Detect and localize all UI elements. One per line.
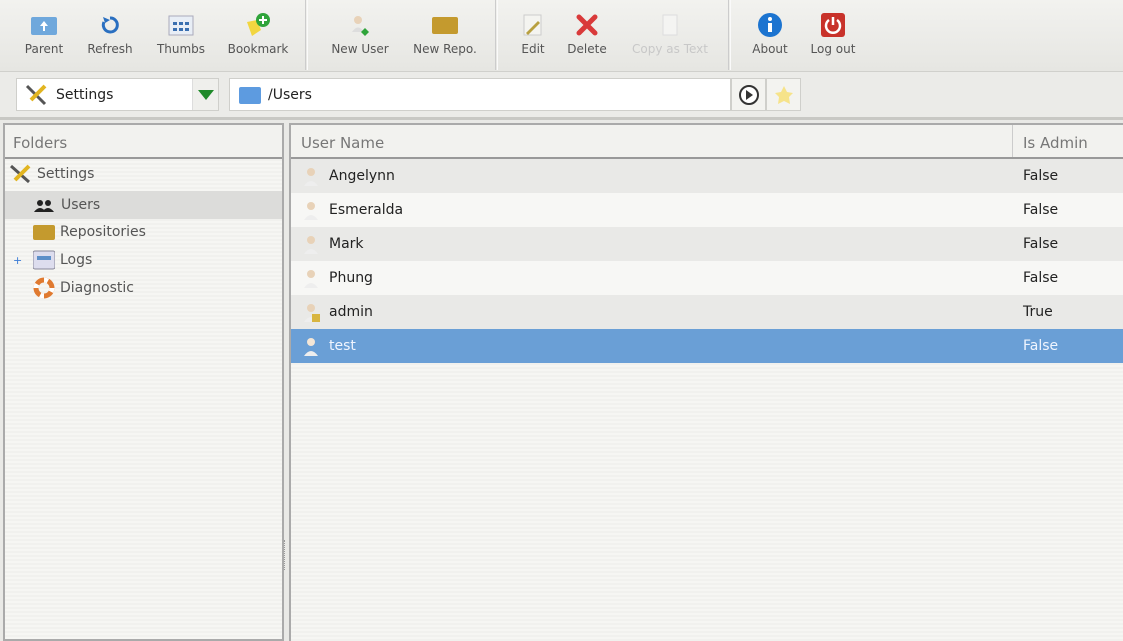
is-admin-cell: False — [1023, 338, 1059, 354]
expand-icon[interactable]: + — [13, 254, 33, 267]
bookmark-button[interactable]: Bookmark — [218, 8, 298, 56]
table-row[interactable]: test False — [291, 329, 1123, 363]
user-icon — [304, 270, 318, 288]
bookmark-add-icon — [247, 13, 270, 36]
user-name: admin — [329, 304, 373, 320]
logout-button[interactable]: Log out — [793, 8, 873, 56]
location-dropdown[interactable]: Settings — [16, 78, 219, 111]
user-name-cell: admin — [291, 301, 1013, 323]
folder-icon — [239, 86, 261, 104]
table-header: User Name Is Admin — [291, 125, 1123, 159]
new-user-button[interactable]: New User — [320, 8, 400, 56]
star-icon — [774, 85, 793, 104]
is-admin-cell: False — [1023, 168, 1059, 184]
tree-item-logs[interactable]: + Logs — [13, 247, 92, 273]
column-header-user-name[interactable]: User Name — [291, 125, 1013, 157]
delete-icon — [576, 14, 598, 36]
user-icon — [304, 168, 318, 186]
is-admin-cell: False — [1023, 236, 1059, 252]
user-name-cell: Phung — [291, 267, 1013, 289]
folders-panel: Folders Settings Users Repositories + Log… — [3, 123, 284, 641]
tree-item-users[interactable]: Users — [5, 191, 282, 219]
user-name: Angelynn — [329, 168, 395, 184]
power-icon — [821, 13, 845, 37]
users-table: User Name Is Admin Angelynn False Esmerald… — [289, 123, 1123, 641]
folder-up-icon — [31, 17, 57, 35]
thumbs-button[interactable]: Thumbs — [141, 8, 221, 56]
tree-item-diagnostic[interactable]: Diagnostic — [33, 275, 134, 301]
delete-button[interactable]: Delete — [547, 8, 627, 56]
go-button[interactable] — [731, 78, 766, 111]
user-name: Mark — [329, 236, 364, 252]
repository-folder-icon — [33, 225, 55, 240]
tools-icon — [25, 84, 47, 105]
new-user-icon — [352, 16, 369, 36]
dropdown-arrow-button[interactable] — [192, 79, 218, 110]
logs-icon — [33, 250, 55, 270]
toolbar: Parent Refresh Thumbs Bookmark New User … — [0, 0, 1123, 72]
copy-icon — [662, 14, 678, 36]
user-icon — [304, 202, 318, 220]
user-name: Esmeralda — [329, 202, 404, 218]
is-admin-cell: True — [1023, 304, 1053, 320]
user-name-cell: Angelynn — [291, 165, 1013, 187]
users-icon — [34, 200, 54, 212]
user-name-cell: Esmeralda — [291, 199, 1013, 221]
address-bar: Settings /Users — [0, 72, 1123, 120]
user-name: test — [329, 338, 356, 354]
user-name-cell: test — [291, 335, 1013, 357]
user-icon — [304, 338, 318, 356]
table-row[interactable]: admin True — [291, 295, 1123, 329]
user-icon — [304, 236, 318, 254]
admin-user-icon — [304, 304, 320, 322]
info-icon — [758, 13, 782, 37]
column-header-is-admin[interactable]: Is Admin — [1013, 125, 1098, 157]
refresh-button[interactable]: Refresh — [70, 8, 150, 56]
lifebuoy-icon — [33, 277, 55, 299]
is-admin-cell: False — [1023, 270, 1059, 286]
toolbar-separator — [305, 0, 308, 70]
copy-as-text-button[interactable]: Copy as Text — [620, 8, 720, 56]
favorite-button[interactable] — [766, 78, 801, 111]
is-admin-cell: False — [1023, 202, 1059, 218]
tools-icon — [10, 164, 31, 184]
table-row[interactable]: Mark False — [291, 227, 1123, 261]
path-input[interactable]: /Users — [229, 78, 731, 111]
table-row[interactable]: Esmeralda False — [291, 193, 1123, 227]
play-circle-icon — [738, 84, 759, 105]
new-repo-icon — [432, 17, 458, 34]
folders-header: Folders — [5, 125, 282, 159]
table-row[interactable]: Angelynn False — [291, 159, 1123, 193]
edit-icon — [523, 14, 542, 36]
tree-item-repositories[interactable]: Repositories — [33, 219, 146, 245]
user-name: Phung — [329, 270, 373, 286]
user-name-cell: Mark — [291, 233, 1013, 255]
refresh-icon — [101, 16, 119, 34]
thumbs-icon — [168, 15, 194, 36]
new-repo-button[interactable]: New Repo. — [405, 8, 485, 56]
tree-item-settings[interactable]: Settings — [8, 161, 94, 187]
table-row[interactable]: Phung False — [291, 261, 1123, 295]
chevron-down-icon — [197, 89, 214, 100]
